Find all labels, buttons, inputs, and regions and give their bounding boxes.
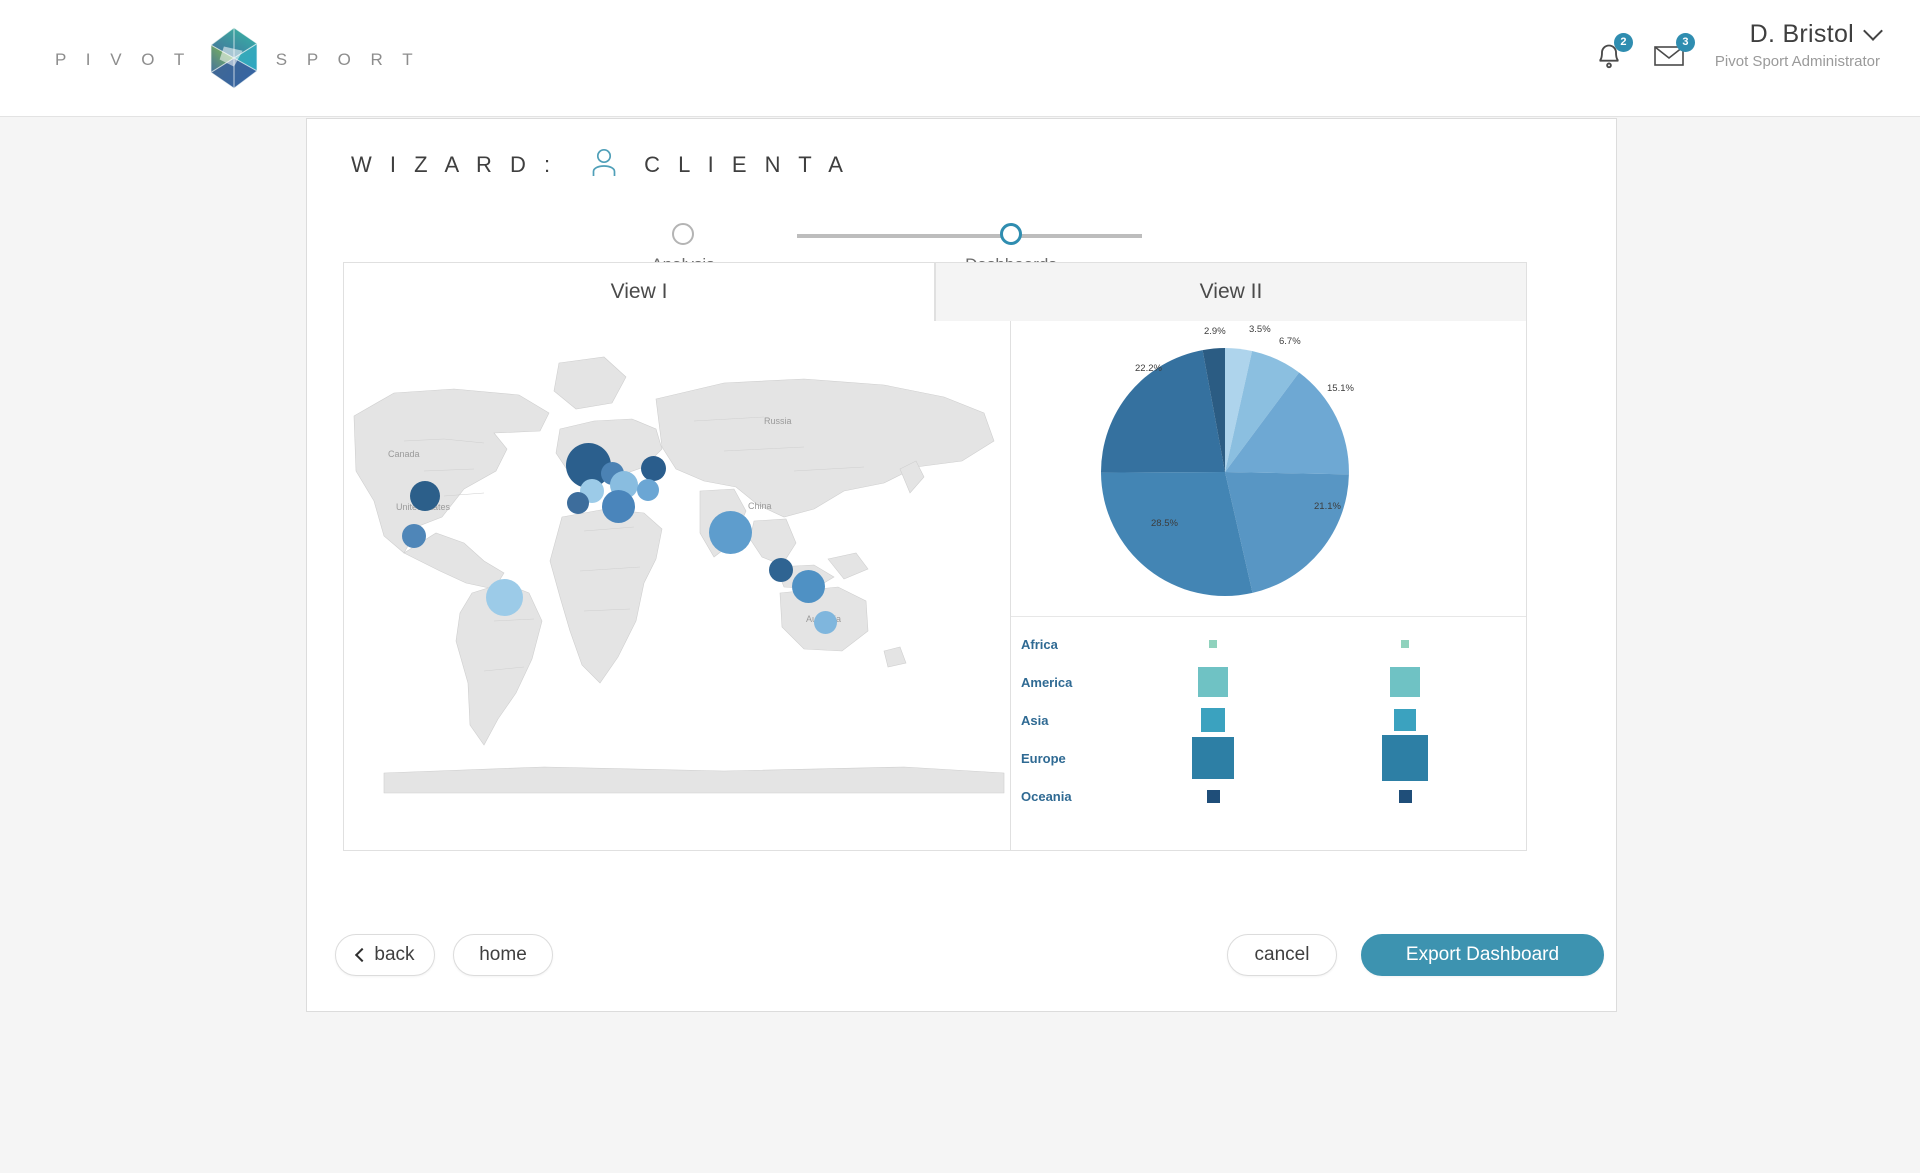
notifications-button[interactable]: 2 xyxy=(1595,33,1633,75)
step-dashboards-dot[interactable] xyxy=(1000,223,1022,245)
map-bubble-poland[interactable] xyxy=(641,456,666,481)
table-row[interactable]: America xyxy=(1011,663,1526,701)
tab-view-i[interactable]: View I xyxy=(343,262,935,322)
home-button-label: home xyxy=(479,944,527,965)
matrix-square xyxy=(1201,708,1225,732)
user-menu[interactable]: D. Bristol Pivot Sport Administrator xyxy=(1714,20,1883,70)
cancel-button[interactable]: cancel xyxy=(1227,934,1337,976)
envelope-icon xyxy=(1653,46,1685,72)
export-dashboard-button[interactable]: Export Dashboard xyxy=(1361,934,1604,976)
matrix-cell[interactable] xyxy=(1331,709,1479,731)
matrix-row-label: Asia xyxy=(1021,712,1049,728)
top-bar: P I V O T S P O R T 2 3 D. Bristol Pivot… xyxy=(0,0,1920,117)
back-button[interactable]: back xyxy=(335,934,435,976)
map-bubble-austria[interactable] xyxy=(637,479,659,501)
matrix-square xyxy=(1192,737,1234,779)
matrix-square xyxy=(1398,789,1412,803)
map-bubble-malaysia[interactable] xyxy=(792,570,825,603)
pie-slice-label: 28.5% xyxy=(1151,518,1178,529)
notifications-badge: 2 xyxy=(1613,33,1633,52)
chevron-down-icon[interactable] xyxy=(1863,21,1883,41)
pie-chart-graphic xyxy=(1100,348,1349,596)
map-label: China xyxy=(748,501,772,511)
table-row[interactable]: Europe xyxy=(1011,735,1526,781)
region-matrix-chart[interactable]: Africa America Asia Europe Oceania xyxy=(1011,617,1526,850)
brand-logo[interactable]: P I V O T S P O R T xyxy=(55,27,421,90)
world-map-graphic xyxy=(344,321,1010,850)
pie-slice-label: 2.9% xyxy=(1204,326,1226,337)
matrix-cell[interactable] xyxy=(1139,640,1287,648)
matrix-row-label: Europe xyxy=(1021,750,1066,766)
matrix-square xyxy=(1382,735,1428,781)
matrix-cell[interactable] xyxy=(1139,789,1287,803)
back-button-label: back xyxy=(374,944,415,965)
user-name-button[interactable]: D. Bristol xyxy=(1715,20,1883,49)
matrix-row-label: Oceania xyxy=(1021,788,1072,804)
person-icon xyxy=(590,147,618,183)
view-tabs: View I View II xyxy=(343,262,1527,322)
user-role-label: Pivot Sport Administrator xyxy=(1714,53,1880,70)
logo-text-right: S P O R T xyxy=(275,50,421,69)
home-button[interactable]: home xyxy=(453,934,553,976)
pie-slice-label: 15.1% xyxy=(1327,383,1354,394)
matrix-square xyxy=(1401,640,1409,648)
table-row[interactable]: Africa xyxy=(1011,625,1526,663)
map-bubble-thailand[interactable] xyxy=(769,558,793,582)
pie-slice-label: 6.7% xyxy=(1279,336,1301,347)
map-bubble-spain[interactable] xyxy=(567,492,589,514)
table-row[interactable]: Oceania xyxy=(1011,777,1526,815)
user-name-label: D. Bristol xyxy=(1749,20,1854,48)
matrix-cell[interactable] xyxy=(1331,789,1479,803)
matrix-square xyxy=(1198,667,1228,697)
map-bubble-mexico[interactable] xyxy=(402,524,426,548)
step-analysis-dot[interactable] xyxy=(672,223,694,245)
matrix-cell[interactable] xyxy=(1331,667,1479,697)
table-row[interactable]: Asia xyxy=(1011,701,1526,739)
tab-view-ii-label: View II xyxy=(1199,280,1263,303)
cancel-button-label: cancel xyxy=(1254,944,1310,965)
matrix-square xyxy=(1209,640,1217,648)
wizard-title: W I Z A R D : C L I E N T A xyxy=(351,147,849,183)
map-bubble-brazil[interactable] xyxy=(486,579,523,616)
pie-slice-label: 22.2% xyxy=(1135,363,1162,374)
dashboard-panels: Canada United States Russia China Austra… xyxy=(343,321,1527,851)
tab-view-i-label: View I xyxy=(610,280,668,303)
matrix-cell[interactable] xyxy=(1139,708,1287,732)
bell-icon xyxy=(1595,44,1623,74)
matrix-cell[interactable] xyxy=(1331,735,1479,781)
wizard-footer: back home cancel Export Dashboard xyxy=(307,927,1616,983)
pivot-gem-logo-icon xyxy=(198,22,270,94)
export-dashboard-label: Export Dashboard xyxy=(1405,944,1560,965)
tab-view-ii[interactable]: View II xyxy=(935,262,1527,322)
matrix-cell[interactable] xyxy=(1139,667,1287,697)
map-bubble-italy[interactable] xyxy=(602,490,635,523)
world-map-panel[interactable]: Canada United States Russia China Austra… xyxy=(343,321,1011,851)
matrix-square xyxy=(1206,789,1220,803)
map-label: Canada xyxy=(388,449,420,459)
matrix-cell[interactable] xyxy=(1139,737,1287,779)
matrix-row-label: Africa xyxy=(1021,636,1058,652)
wizard-client-name: C L I E N T A xyxy=(644,152,849,177)
wizard-card: W I Z A R D : C L I E N T A Analysis Das… xyxy=(306,118,1617,1012)
matrix-square xyxy=(1390,667,1420,697)
pie-slice-label: 21.1% xyxy=(1314,501,1341,512)
wizard-label: W I Z A R D : xyxy=(351,152,557,177)
logo-text-left: P I V O T xyxy=(55,50,192,69)
messages-badge: 3 xyxy=(1675,33,1695,52)
map-bubble-australia[interactable] xyxy=(814,611,837,634)
matrix-cell[interactable] xyxy=(1331,640,1479,648)
matrix-square xyxy=(1394,709,1416,731)
charts-panel: 2.9% 3.5% 6.7% 15.1% 21.1% 28.5% 22.2% A… xyxy=(1011,321,1527,851)
user-area: 2 3 D. Bristol Pivot Sport Administrator xyxy=(1595,20,1883,75)
messages-button[interactable]: 3 xyxy=(1653,33,1695,73)
map-bubble-india[interactable] xyxy=(709,511,752,554)
map-bubble-united-states[interactable] xyxy=(410,481,440,511)
matrix-row-label: America xyxy=(1021,674,1073,690)
map-label: Russia xyxy=(764,416,792,426)
chevron-left-icon xyxy=(355,947,370,963)
pie-slice-label: 3.5% xyxy=(1249,324,1271,335)
pie-chart[interactable]: 2.9% 3.5% 6.7% 15.1% 21.1% 28.5% 22.2% xyxy=(1011,321,1526,616)
